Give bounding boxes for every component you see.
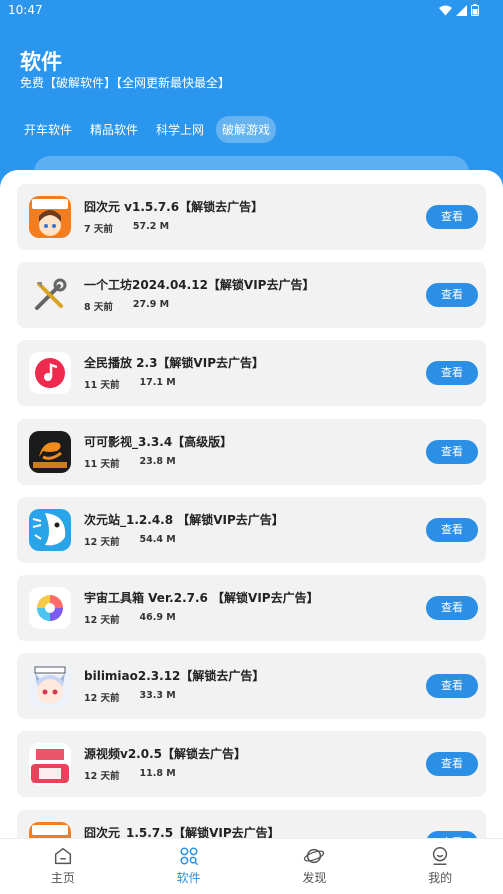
nav-discover[interactable]: 发现 bbox=[252, 839, 378, 894]
planet-icon bbox=[304, 848, 325, 864]
app-title: 可可影视_3.3.4【高级版】 bbox=[84, 434, 233, 449]
app-title: 全民播放 2.3【解锁VIP去广告】 bbox=[84, 356, 264, 371]
youyuan-video-icon bbox=[29, 743, 71, 786]
kekys-icon bbox=[29, 430, 71, 473]
list-item[interactable]: 宇宙工具箱 Ver.2.7.6 【解锁VIP去广告】 12 天前 46.9 M 查… bbox=[17, 574, 486, 641]
jiongciyuan-icon bbox=[29, 821, 71, 838]
status-time: 10:47 bbox=[8, 3, 43, 17]
header: 软件 免费【破解软件】【全网更新最快最全】 开车软件 精品软件 科学上网 破解游… bbox=[0, 22, 503, 190]
list-item[interactable]: 次元站_1.2.4.8 【解锁VIP去广告】 12 天前 54.4 M 查看 bbox=[17, 496, 486, 563]
nav-label: 发现 bbox=[302, 871, 327, 885]
tab-1[interactable]: 精品软件 bbox=[84, 116, 144, 143]
app-title: 囧次元 v1.5.7.6【解锁去广告】 bbox=[84, 200, 264, 214]
app-size: 54.4 M bbox=[139, 533, 176, 545]
app-size: 11.8 M bbox=[139, 768, 176, 780]
app-list: 囧次元 v1.5.7.6【解锁去广告】 7 天前 57.2 M 查看 一个工坊20… bbox=[17, 184, 486, 838]
app-size: 27.9 M bbox=[132, 299, 170, 311]
list-item[interactable]: bilimiao2.3.12【解锁去广告】 12 天前 33.3 M 查看 bbox=[17, 653, 486, 720]
app-title: 宇宙工具箱 Ver.2.7.6 【解锁VIP去广告】 bbox=[84, 590, 319, 605]
profile-icon bbox=[432, 847, 448, 865]
category-tabs: 开车软件 精品软件 科学上网 破解游戏 bbox=[18, 116, 277, 143]
app-title: 源视频v2.0.5【解锁去广告】 bbox=[84, 747, 246, 762]
app-list-sheet: 囧次元 v1.5.7.6【解锁去广告】 7 天前 57.2 M 查看 一个工坊20… bbox=[0, 170, 503, 838]
app-age: 7 天前 bbox=[84, 224, 113, 235]
universe-toolbox-icon bbox=[29, 586, 71, 629]
home-icon bbox=[54, 847, 71, 865]
app-title: bilimiao2.3.12【解锁去广告】 bbox=[84, 669, 265, 684]
list-item[interactable]: 囧次元_1.5.7.5【解锁VIP去广告】 查看 bbox=[17, 809, 486, 839]
list-item[interactable]: 一个工坊2024.04.12【解锁VIP去广告】 8 天前 27.9 M 查看 bbox=[17, 262, 486, 329]
music-player-icon bbox=[29, 352, 71, 395]
nav-label: 我的 bbox=[428, 871, 453, 885]
ciyuanzhan-icon bbox=[29, 508, 71, 551]
app-age: 12 天前 bbox=[84, 693, 120, 705]
status-bar: 10:47 bbox=[0, 0, 503, 22]
app-age: 8 天前 bbox=[84, 302, 113, 314]
tab-3[interactable]: 破解游戏 bbox=[216, 116, 277, 143]
view-button[interactable]: 查看 bbox=[426, 283, 478, 308]
list-item[interactable]: 全民播放 2.3【解锁VIP去广告】 11 天前 17.1 M 查看 bbox=[17, 340, 486, 407]
app-size: 46.9 M bbox=[139, 611, 176, 623]
view-button[interactable]: 查看 bbox=[426, 361, 478, 386]
nav-home[interactable]: 主页 bbox=[0, 839, 126, 894]
tools-icon bbox=[29, 274, 71, 317]
bottom-nav: 主页 软件 发现 我的 bbox=[0, 838, 503, 894]
list-item[interactable]: 囧次元 v1.5.7.6【解锁去广告】 7 天前 57.2 M 查看 bbox=[17, 184, 486, 250]
view-button[interactable]: 查看 bbox=[426, 752, 478, 777]
app-size: 33.3 M bbox=[139, 690, 176, 702]
view-button[interactable]: 查看 bbox=[426, 205, 478, 229]
app-size: 23.8 M bbox=[139, 455, 176, 467]
app-size: 17.1 M bbox=[139, 377, 176, 389]
wifi-icon bbox=[439, 5, 452, 15]
view-button[interactable]: 查看 bbox=[426, 674, 478, 699]
signal-icon bbox=[456, 4, 467, 16]
tab-2[interactable]: 科学上网 bbox=[150, 116, 210, 143]
battery-icon bbox=[471, 4, 479, 16]
view-button[interactable]: 查看 bbox=[426, 595, 478, 620]
app-age: 11 天前 bbox=[84, 380, 120, 392]
nav-profile[interactable]: 我的 bbox=[377, 839, 503, 894]
app-title: 囧次元_1.5.7.5【解锁VIP去广告】 bbox=[84, 825, 280, 839]
apps-icon bbox=[180, 847, 198, 866]
page-title: 软件 bbox=[20, 50, 62, 74]
view-button[interactable]: 查看 bbox=[426, 439, 478, 464]
view-button[interactable]: 查看 bbox=[426, 830, 478, 838]
view-button[interactable]: 查看 bbox=[426, 517, 478, 542]
nav-apps[interactable]: 软件 bbox=[126, 839, 252, 894]
app-age: 11 天前 bbox=[84, 458, 120, 470]
jiongciyuan-icon bbox=[29, 196, 71, 238]
page-subtitle: 免费【破解软件】【全网更新最快最全】 bbox=[20, 76, 231, 90]
app-size: 57.2 M bbox=[132, 221, 170, 232]
list-item[interactable]: 可可影视_3.3.4【高级版】 11 天前 23.8 M 查看 bbox=[17, 418, 486, 485]
app-age: 12 天前 bbox=[84, 771, 120, 783]
bilimiao-icon bbox=[29, 665, 71, 708]
app-title: 次元站_1.2.4.8 【解锁VIP去广告】 bbox=[84, 512, 284, 527]
app-age: 12 天前 bbox=[84, 614, 120, 626]
app-title: 一个工坊2024.04.12【解锁VIP去广告】 bbox=[84, 278, 315, 293]
nav-label: 主页 bbox=[50, 871, 75, 885]
tab-0[interactable]: 开车软件 bbox=[18, 116, 78, 143]
app-age: 12 天前 bbox=[84, 536, 120, 548]
nav-label: 软件 bbox=[176, 871, 201, 885]
list-item[interactable]: 源视频v2.0.5【解锁去广告】 12 天前 11.8 M 查看 bbox=[17, 731, 486, 798]
